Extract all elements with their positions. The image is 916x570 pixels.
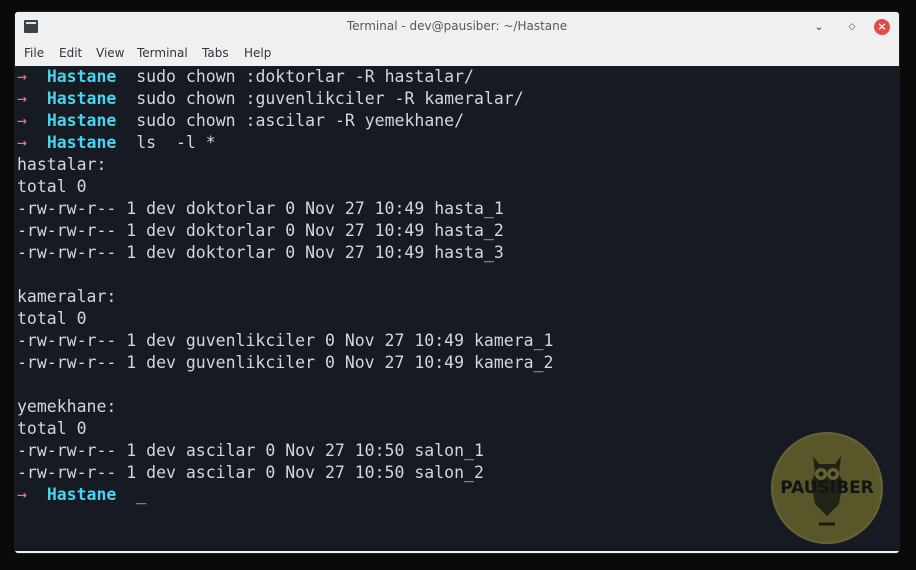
prompt-line: → Hastane sudo chown :doktorlar -R hasta… <box>17 66 474 88</box>
minimize-icon[interactable]: ⌄ <box>811 19 827 35</box>
logo-text: PAUSIBER <box>780 478 874 498</box>
output-line: -rw-rw-r-- 1 dev doktorlar 0 Nov 27 10:4… <box>17 243 504 262</box>
output-line: -rw-rw-r-- 1 dev doktorlar 0 Nov 27 10:4… <box>17 199 504 218</box>
output-line: hastalar: <box>17 155 107 174</box>
text-cursor: _ <box>136 485 147 504</box>
terminal-window: Terminal - dev@pausiber: ~/Hastane ⌄ ◇ ×… <box>15 12 899 553</box>
command-text: ls -l * <box>136 133 216 152</box>
menu-edit[interactable]: Edit <box>59 42 82 64</box>
menu-tabs[interactable]: Tabs <box>202 42 229 64</box>
output-line: -rw-rw-r-- 1 dev doktorlar 0 Nov 27 10:4… <box>17 221 504 240</box>
output-line: yemekhane: <box>17 397 117 416</box>
output-line: kameralar: <box>17 287 117 306</box>
output-line: total 0 <box>17 309 87 328</box>
command-text: sudo chown :doktorlar -R hastalar/ <box>136 67 474 86</box>
output-line: total 0 <box>17 177 87 196</box>
prompt-arrow-icon: → <box>17 67 27 86</box>
prompt-dir: Hastane <box>46 111 117 130</box>
command-text: sudo chown :ascilar -R yemekhane/ <box>136 111 465 130</box>
prompt-arrow-icon: → <box>17 485 27 504</box>
prompt-arrow-icon: → <box>17 111 27 130</box>
pausiber-logo: PAUSIBER <box>771 432 883 544</box>
maximize-icon[interactable]: ◇ <box>844 19 860 35</box>
output-line: -rw-rw-r-- 1 dev guvenlikciler 0 Nov 27 … <box>17 331 554 350</box>
title-bar[interactable]: Terminal - dev@pausiber: ~/Hastane ⌄ ◇ × <box>15 12 899 42</box>
output-line: total 0 <box>17 419 87 438</box>
menu-file[interactable]: File <box>24 42 44 64</box>
window-title: Terminal - dev@pausiber: ~/Hastane <box>346 19 568 33</box>
menu-help[interactable]: Help <box>244 42 271 64</box>
prompt-dir: Hastane <box>46 133 117 152</box>
terminal-output[interactable]: → Hastane sudo chown :doktorlar -R hasta… <box>15 66 899 551</box>
output-line: -rw-rw-r-- 1 dev ascilar 0 Nov 27 10:50 … <box>17 463 484 482</box>
prompt-dir: Hastane <box>46 67 117 86</box>
prompt-line: → Hastane _ <box>17 484 146 506</box>
prompt-arrow-icon: → <box>17 89 27 108</box>
prompt-dir: Hastane <box>46 485 117 504</box>
menu-bar: File Edit View Terminal Tabs Help <box>15 42 899 65</box>
close-icon[interactable]: × <box>874 19 890 35</box>
menu-terminal[interactable]: Terminal <box>137 42 188 64</box>
menu-view[interactable]: View <box>96 42 124 64</box>
prompt-line: → Hastane sudo chown :ascilar -R yemekha… <box>17 110 464 132</box>
prompt-dir: Hastane <box>46 89 117 108</box>
prompt-line: → Hastane sudo chown :guvenlikciler -R k… <box>17 88 524 110</box>
prompt-line: → Hastane ls -l * <box>17 132 216 154</box>
prompt-arrow-icon: → <box>17 133 27 152</box>
output-line: -rw-rw-r-- 1 dev guvenlikciler 0 Nov 27 … <box>17 353 554 372</box>
output-line: -rw-rw-r-- 1 dev ascilar 0 Nov 27 10:50 … <box>17 441 484 460</box>
command-text: sudo chown :guvenlikciler -R kameralar/ <box>136 89 524 108</box>
